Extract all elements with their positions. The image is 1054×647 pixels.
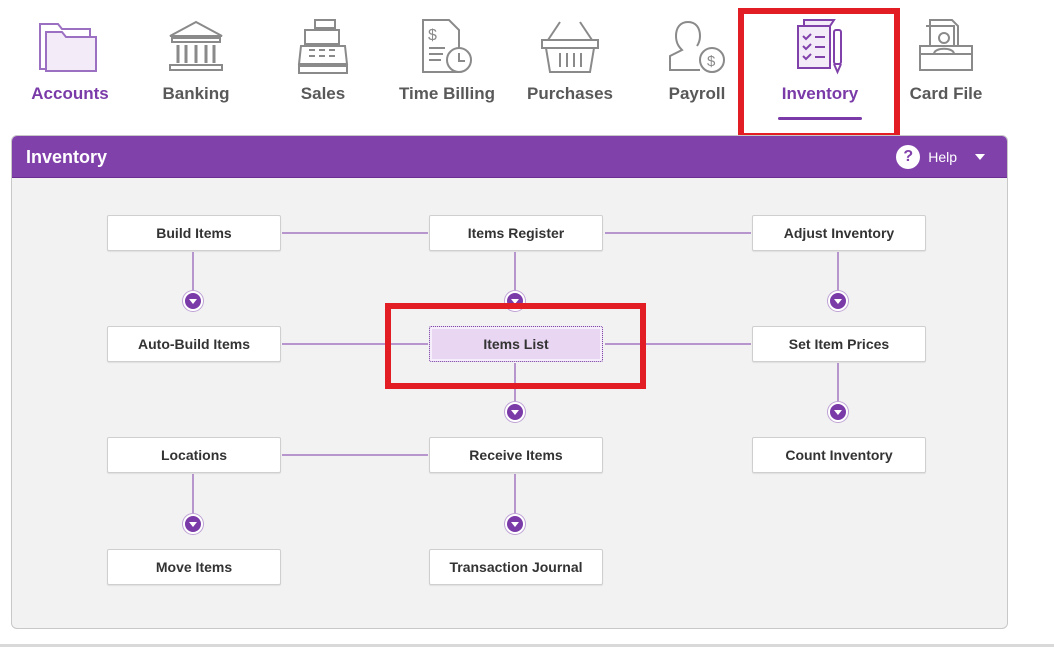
bank-icon	[166, 18, 226, 79]
nav-sales-label: Sales	[300, 84, 346, 103]
svg-text:$: $	[707, 53, 716, 70]
nav-time-billing[interactable]: $ Time Billing	[397, 0, 497, 125]
receive-items-button[interactable]: Receive Items	[429, 437, 603, 473]
flow-arrow-down-icon	[183, 514, 203, 534]
active-tab-underline	[778, 117, 862, 120]
transaction-journal-button[interactable]: Transaction Journal	[429, 549, 603, 585]
nav-time-billing-label: Time Billing	[398, 84, 496, 103]
items-list-button[interactable]: Items List	[429, 326, 603, 362]
items-register-button[interactable]: Items Register	[429, 215, 603, 251]
nav-payroll[interactable]: $ Payroll	[647, 0, 747, 125]
nav-purchases[interactable]: Purchases	[520, 0, 620, 125]
nav-banking[interactable]: Banking	[146, 0, 246, 125]
nav-card-file-label: Card File	[909, 84, 983, 103]
adjust-inventory-button[interactable]: Adjust Inventory	[752, 215, 926, 251]
module-navigation: Accounts Banking Sales $ Time Billing Pu…	[0, 0, 1054, 139]
basket-icon	[540, 18, 600, 81]
cash-register-icon	[295, 18, 351, 81]
nav-inventory[interactable]: Inventory	[770, 0, 870, 125]
locations-button[interactable]: Locations	[107, 437, 281, 473]
flow-arrow-down-icon	[505, 402, 525, 422]
svg-text:$: $	[428, 27, 437, 44]
nav-payroll-label: Payroll	[668, 84, 726, 103]
nav-accounts[interactable]: Accounts	[20, 0, 120, 125]
flow-arrow-down-icon	[828, 402, 848, 422]
build-items-button[interactable]: Build Items	[107, 215, 281, 251]
help-label: Help	[928, 149, 957, 165]
panel-header: Inventory ? Help	[12, 136, 1007, 178]
help-icon: ?	[896, 145, 921, 169]
auto-build-items-button[interactable]: Auto-Build Items	[107, 326, 281, 362]
panel-title: Inventory	[26, 147, 108, 167]
nav-inventory-label: Inventory	[781, 84, 859, 103]
folder-icon	[38, 18, 102, 79]
help-menu[interactable]: ? Help	[896, 145, 985, 169]
flow-arrow-down-icon	[183, 291, 203, 311]
clipboard-pen-icon	[790, 18, 850, 81]
flow-arrow-down-icon	[505, 291, 525, 311]
nav-banking-label: Banking	[162, 84, 230, 103]
move-items-button[interactable]: Move Items	[107, 549, 281, 585]
flow-arrow-down-icon	[505, 514, 525, 534]
count-inventory-button[interactable]: Count Inventory	[752, 437, 926, 473]
nav-card-file[interactable]: Card File	[896, 0, 996, 125]
chevron-down-icon	[975, 154, 985, 160]
card-file-icon	[916, 18, 976, 81]
time-billing-icon: $	[417, 18, 477, 81]
flow-arrow-down-icon	[828, 291, 848, 311]
nav-accounts-label: Accounts	[31, 84, 109, 103]
set-item-prices-button[interactable]: Set Item Prices	[752, 326, 926, 362]
payroll-icon: $	[666, 18, 728, 81]
nav-purchases-label: Purchases	[527, 84, 613, 103]
nav-sales[interactable]: Sales	[273, 0, 373, 125]
